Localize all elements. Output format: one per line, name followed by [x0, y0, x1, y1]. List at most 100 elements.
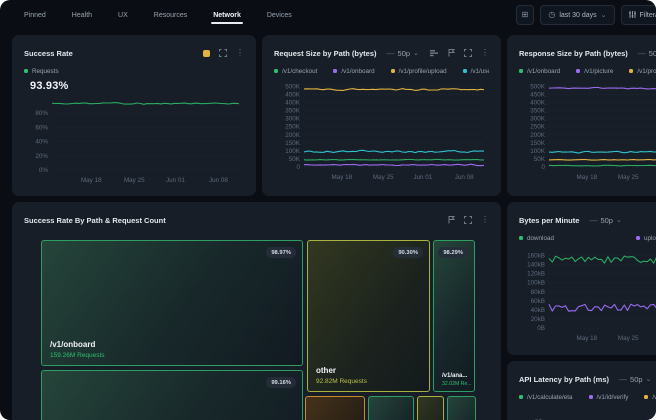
svg-text:50K: 50K	[289, 156, 301, 163]
tab-pinned[interactable]: Pinned	[22, 2, 48, 28]
percentile-dropdown[interactable]: — 50p ⌄	[589, 216, 621, 225]
success-rate-chart: 0%20%40%60%80%May 18May 25Jun 01Jun 08	[24, 94, 244, 185]
percentile-dropdown[interactable]: — 50p ⌄	[638, 49, 656, 58]
legend-dot	[333, 69, 337, 73]
legend-item[interactable]: download	[519, 235, 620, 242]
panel-response-size: Response Size by Path (bytes) — 50p ⌄ /v…	[507, 35, 656, 196]
legend-item[interactable]: /v1/profile/upload	[391, 68, 447, 75]
svg-text:160kB: 160kB	[527, 253, 545, 260]
treemap-cell-onboard[interactable]: 98.97%/v1/onboard159.26M Requests	[41, 240, 303, 366]
treemap-cell-label: /v1/ana...	[442, 373, 467, 379]
kebab-menu-icon[interactable]: ⋮	[481, 216, 489, 224]
percentile-dropdown[interactable]: — 50p ⌄	[619, 375, 651, 384]
svg-text:0B: 0B	[537, 325, 545, 332]
legend-label: /v1/profile/upload	[399, 68, 447, 75]
alert-icon[interactable]	[202, 49, 210, 57]
chevron-down-icon: ⌄	[601, 11, 607, 19]
kebab-menu-icon[interactable]: ⋮	[481, 49, 489, 57]
bytes-per-minute-chart: 0B20kB40kB60kB80kB100kB120kB140kB160kBMa…	[519, 246, 656, 343]
legend-label: /v1/calculate/eta	[527, 394, 573, 401]
legend-item[interactable]: Requests	[24, 68, 59, 75]
legend-dot	[391, 69, 395, 73]
tab-devices[interactable]: Devices	[265, 2, 294, 28]
legend-dot	[576, 69, 580, 73]
legend-item[interactable]: /v1/onboard	[333, 68, 374, 75]
svg-text:20%: 20%	[35, 153, 48, 160]
treemap-cell-other[interactable]: 90.30%other92.82M Requests	[307, 240, 430, 392]
flag-icon[interactable]	[447, 216, 455, 224]
expand-icon[interactable]	[464, 216, 472, 224]
success-rate-badge: 98.97%	[266, 247, 296, 258]
legend-item[interactable]: /v1/onboard	[644, 394, 656, 401]
filter-label: Filter/Co	[640, 12, 656, 19]
legend-label: download	[527, 235, 554, 242]
svg-text:May 18: May 18	[81, 177, 102, 184]
treemap-cell-picture[interactable]: /v1/picture	[305, 396, 365, 420]
legend-item[interactable]: /v1/profile/upload	[629, 68, 656, 75]
legend-dot	[644, 395, 648, 399]
dash-glyph: —	[619, 375, 627, 384]
svg-text:450K: 450K	[285, 91, 301, 98]
svg-text:60kB: 60kB	[531, 298, 545, 305]
svg-text:300K: 300K	[285, 116, 301, 123]
treemap-cell-second[interactable]: 99.16%	[41, 370, 303, 420]
legend-label: Requests	[32, 68, 59, 75]
svg-text:450K: 450K	[530, 91, 546, 98]
legend: /v1/calculate/eta/v1/id/verify/v1/onboar…	[519, 393, 656, 401]
svg-text:150K: 150K	[530, 140, 546, 147]
tab-resources[interactable]: Resources	[152, 2, 189, 28]
legend-item[interactable]: /v1/onboard	[519, 68, 560, 75]
legend-item[interactable]: /v1/picture	[576, 68, 613, 75]
expand-icon[interactable]	[464, 49, 472, 57]
legend-item[interactable]: /v1/checkout	[274, 68, 317, 75]
svg-text:May 18: May 18	[331, 174, 352, 181]
panel-title: Success Rate	[24, 49, 73, 58]
dashboard: PinnedHealthUXResourcesNetworkDevices ⊞ …	[0, 0, 656, 420]
panel-title: Bytes per Minute	[519, 216, 579, 225]
date-range-label: last 30 days	[559, 12, 596, 19]
treemap-cell-notifications[interactable]: /v1/notifi...	[368, 396, 414, 420]
dash-glyph: —	[387, 49, 395, 58]
svg-text:Jun 01: Jun 01	[166, 177, 185, 184]
treemap-cell-small-1[interactable]	[417, 396, 444, 420]
top-nav: PinnedHealthUXResourcesNetworkDevices ⊞ …	[0, 0, 656, 30]
svg-text:20kB: 20kB	[531, 316, 545, 323]
treemap-cell-small-2[interactable]	[447, 396, 476, 420]
tab-health[interactable]: Health	[70, 2, 94, 28]
svg-text:150K: 150K	[285, 140, 301, 147]
legend-label: /v1/onboard	[527, 68, 560, 75]
svg-text:Jun 01: Jun 01	[413, 174, 432, 181]
tab-network[interactable]: Network	[211, 2, 243, 28]
dashboard-grid-button[interactable]: ⊞	[516, 5, 535, 25]
legend-item[interactable]: /v1/calculate/eta	[519, 394, 573, 401]
grid-icon: ⊞	[522, 11, 529, 19]
svg-text:50K: 50K	[534, 156, 546, 163]
filter-button[interactable]: Filter/Co	[621, 5, 656, 25]
legend-dot	[589, 395, 593, 399]
svg-text:400K: 400K	[285, 100, 301, 107]
panel-success-by-path: Success Rate By Path & Request Count ⋮ 9…	[12, 202, 501, 420]
svg-text:0: 0	[541, 164, 545, 171]
legend: /v1/onboard/v1/picture/v1/profile/upload	[519, 67, 656, 75]
svg-text:100K: 100K	[530, 148, 546, 155]
legend-item[interactable]: /v1/id/verify	[589, 394, 629, 401]
expand-icon[interactable]	[219, 49, 227, 57]
insights-icon[interactable]	[430, 49, 438, 57]
treemap-cell-analytics[interactable]: 98.29%/v1/ana...32.02M Re...	[433, 240, 475, 392]
nav-tabs: Pinned Health UX Resources Network Devices	[0, 2, 294, 28]
legend-dot	[274, 69, 278, 73]
flag-icon[interactable]	[447, 49, 455, 57]
legend-dot	[24, 69, 28, 73]
kebab-menu-icon[interactable]: ⋮	[236, 49, 244, 57]
legend-item[interactable]: upload	[636, 235, 656, 242]
api-latency-chart: 20sMay 18May 25Jun 01Jun 08	[519, 405, 656, 420]
date-range-dropdown[interactable]: ◷ last 30 days ⌄	[540, 5, 614, 25]
panel-header: Success Rate ⋮	[24, 47, 244, 59]
treemap: 98.97%/v1/onboard159.26M Requests99.16%9…	[41, 240, 477, 420]
legend-item[interactable]: /v1/user/<id>/profile	[463, 68, 489, 75]
treemap-cell-label: other	[316, 366, 336, 375]
percentile-dropdown[interactable]: — 50p ⌄	[387, 49, 419, 58]
percentile-label: 50p	[398, 49, 411, 58]
panel-title: Response Size by Path (bytes)	[519, 49, 628, 58]
tab-ux[interactable]: UX	[116, 2, 130, 28]
